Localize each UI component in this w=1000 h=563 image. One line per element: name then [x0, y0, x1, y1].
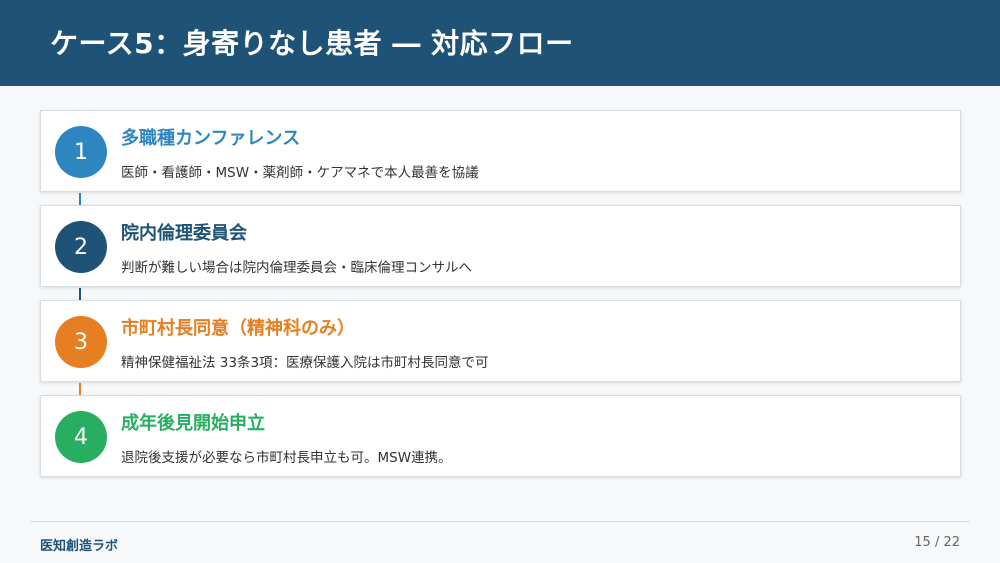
footer-brand: 医知創造ラボ — [40, 539, 119, 554]
step-description: 精神保健福祉法 33条3項：医療保護入院は市町村長同意で可 — [121, 355, 489, 371]
step-title: 市町村長同意（精神科のみ） — [121, 318, 355, 339]
step-number-badge: 2 — [55, 221, 107, 273]
step-description: 判断が難しい場合は院内倫理委員会・臨床倫理コンサルへ — [121, 260, 472, 276]
flow-step-1: 1 多職種カンファレンス 医師・看護師・MSW・薬剤師・ケアマネで本人最善を協議 — [40, 110, 961, 192]
step-title: 院内倫理委員会 — [121, 223, 247, 244]
step-title: 成年後見開始申立 — [121, 413, 265, 434]
step-description: 退院後支援が必要なら市町村長申立も可。MSW連携。 — [121, 450, 452, 466]
flow-step-4: 4 成年後見開始申立 退院後支援が必要なら市町村長申立も可。MSW連携。 — [40, 395, 961, 477]
flow-step-3: 3 市町村長同意（精神科のみ） 精神保健福祉法 33条3項：医療保護入院は市町村… — [40, 300, 961, 382]
page-number: 15 / 22 — [914, 535, 960, 550]
step-number-badge: 3 — [55, 316, 107, 368]
flow-step-2: 2 院内倫理委員会 判断が難しい場合は院内倫理委員会・臨床倫理コンサルへ — [40, 205, 961, 287]
step-title: 多職種カンファレンス — [121, 128, 301, 149]
step-number-badge: 4 — [55, 411, 107, 463]
slide-title: ケース5：身寄りなし患者 ― 対応フロー — [50, 27, 574, 60]
footer-divider — [30, 521, 970, 522]
step-number-badge: 1 — [55, 126, 107, 178]
step-description: 医師・看護師・MSW・薬剤師・ケアマネで本人最善を協議 — [121, 165, 479, 181]
slide-header: ケース5：身寄りなし患者 ― 対応フロー — [0, 0, 1000, 86]
